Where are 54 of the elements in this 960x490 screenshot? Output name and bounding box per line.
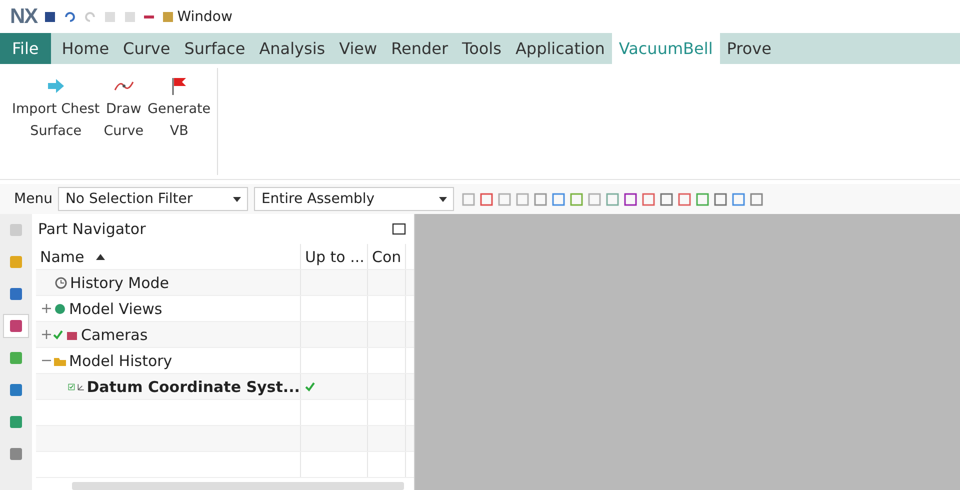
scope-dropdown[interactable]: Entire Assembly: [254, 187, 454, 211]
panel-title: Part Navigator: [38, 220, 146, 238]
ribbon-tab[interactable]: Analysis: [252, 33, 332, 64]
caret-icon: [439, 196, 448, 202]
panel-icon: [9, 255, 23, 269]
ribbon-tab[interactable]: Home: [54, 33, 116, 64]
toolbar-icon[interactable]: [642, 192, 656, 206]
expand-icon[interactable]: [42, 330, 51, 339]
toolbar-icon[interactable]: [624, 192, 638, 206]
app-logo: NX: [10, 4, 38, 28]
ribbon-button[interactable]: Generate VB: [148, 74, 211, 175]
panel-icon: [9, 351, 23, 365]
clock-icon: [54, 276, 68, 290]
selection-filter-dropdown[interactable]: No Selection Filter: [58, 187, 248, 211]
toolbar-icon[interactable]: [732, 192, 746, 206]
file-tab[interactable]: File: [0, 33, 51, 64]
ribbon-tab[interactable]: Application: [508, 33, 612, 64]
toolbar-icon[interactable]: [714, 192, 728, 206]
ribbon-tab[interactable]: Prove: [720, 33, 778, 64]
expand-icon[interactable]: [42, 304, 51, 313]
panel-icon: [9, 415, 23, 429]
ribbon-tab[interactable]: VacuumBell: [612, 33, 720, 64]
scrollbar[interactable]: [72, 482, 404, 490]
menu-button[interactable]: Menu: [14, 191, 52, 207]
resource-bar-button[interactable]: [3, 314, 29, 338]
ribbon-tab[interactable]: View: [332, 33, 384, 64]
ribbon-button[interactable]: Draw Curve: [104, 74, 144, 175]
ribbon-button[interactable]: Import Chest Surface: [12, 74, 100, 175]
flag-icon: [171, 77, 188, 95]
toolbar-icon[interactable]: [534, 192, 548, 206]
panel-icon: [9, 447, 23, 461]
toolbar-icon[interactable]: [750, 192, 764, 206]
redo-icon: [83, 10, 98, 24]
panel-icon: [9, 287, 23, 301]
maximize-icon[interactable]: [392, 223, 406, 235]
toolbar-icon[interactable]: [678, 192, 692, 206]
ribbon-tab[interactable]: Tools: [455, 33, 508, 64]
window-menu[interactable]: Window: [161, 8, 232, 24]
tree-item[interactable]: Model Views: [36, 296, 301, 321]
sort-icon: [96, 254, 106, 260]
toolbar-icon[interactable]: [660, 192, 674, 206]
toolbar-icon[interactable]: [480, 192, 494, 206]
toolbar-icon[interactable]: [552, 192, 566, 206]
undo-icon: [63, 10, 78, 24]
tree-item[interactable]: Model History: [36, 348, 301, 373]
arrow-icon: [46, 79, 65, 93]
ribbon-tab[interactable]: Curve: [116, 33, 178, 64]
toolbar-icon[interactable]: [696, 192, 710, 206]
panel-icon: [9, 319, 23, 333]
ribbon-tab[interactable]: Surface: [177, 33, 252, 64]
panel-icon: [9, 223, 23, 237]
panel-icon: [9, 383, 23, 397]
caret-icon: [233, 196, 242, 202]
ribbon-tab[interactable]: Render: [384, 33, 456, 64]
